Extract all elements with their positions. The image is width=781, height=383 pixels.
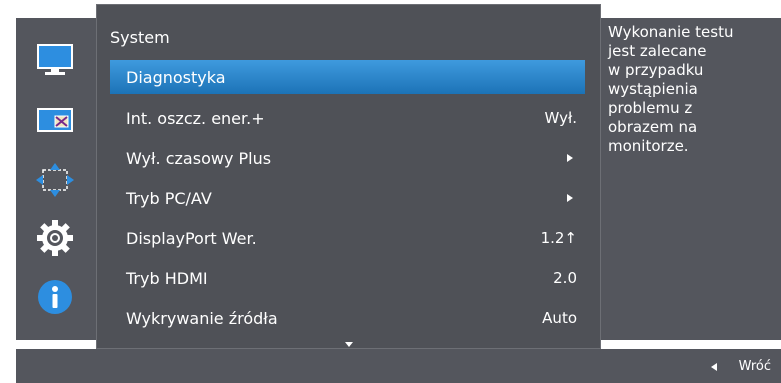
help-text: Wykonanie testu jest zalecane w przypadk…: [608, 23, 776, 156]
back-label: Wróć: [738, 359, 771, 374]
menu-item-displayport-ver[interactable]: DisplayPort Wer. 1.2↑: [110, 221, 585, 255]
help-line: problemu z: [608, 99, 693, 117]
help-line: obrazem na: [608, 118, 698, 136]
help-line: Wykonanie testu: [608, 23, 734, 41]
resize-arrows-icon[interactable]: [35, 160, 75, 200]
menu-item-label: Wykrywanie źródła: [126, 308, 278, 328]
chevron-right-icon: [567, 154, 573, 162]
system-menu-panel: System Diagnostyka Int. oszcz. ener.+ Wy…: [96, 4, 601, 349]
menu-item-label: Wył. czasowy Plus: [126, 148, 272, 168]
back-arrow-icon: [710, 362, 717, 371]
help-line: monitorze.: [608, 137, 689, 155]
monitor-picture-icon[interactable]: [35, 40, 75, 80]
menu-item-value: 1.2↑: [540, 229, 577, 247]
help-line: wystąpienia: [608, 80, 698, 98]
panel-title: System: [110, 28, 170, 47]
menu-item-label: Tryb HDMI: [126, 268, 208, 288]
help-line: w przypadku: [608, 61, 704, 79]
help-line: jest zalecane: [608, 42, 707, 60]
info-icon[interactable]: [35, 277, 75, 317]
menu-item-label: Int. oszcz. ener.+: [126, 108, 265, 128]
category-sidebar: [16, 18, 96, 340]
chevron-right-icon: [567, 194, 573, 202]
menu-item-eco-saving[interactable]: Int. oszcz. ener.+ Wył.: [110, 101, 585, 135]
menu-item-pc-av-mode[interactable]: Tryb PC/AV: [110, 181, 585, 215]
picture-in-picture-icon[interactable]: [35, 100, 75, 140]
menu-item-value: Wył.: [544, 109, 577, 127]
back-button[interactable]: Wróć: [710, 359, 771, 374]
menu-item-label: Diagnostyka: [126, 67, 226, 87]
menu-item-source-detection[interactable]: Wykrywanie źródła Auto: [110, 301, 585, 335]
menu-item-value: Auto: [542, 309, 577, 327]
gear-icon[interactable]: [35, 218, 75, 258]
menu-item-diagnostyka[interactable]: Diagnostyka: [110, 60, 585, 94]
menu-item-value: 2.0: [553, 269, 577, 287]
bottom-bar: Wróć: [16, 349, 781, 383]
help-panel: Wykonanie testu jest zalecane w przypadk…: [601, 18, 781, 340]
menu-item-label: Tryb PC/AV: [126, 188, 212, 208]
menu-item-label: DisplayPort Wer.: [126, 228, 257, 248]
menu-item-off-timer[interactable]: Wył. czasowy Plus: [110, 141, 585, 175]
monitor-osd: System Diagnostyka Int. oszcz. ener.+ Wy…: [0, 0, 781, 383]
menu-item-hdmi-mode[interactable]: Tryb HDMI 2.0: [110, 261, 585, 295]
scroll-down-icon[interactable]: [345, 342, 353, 347]
